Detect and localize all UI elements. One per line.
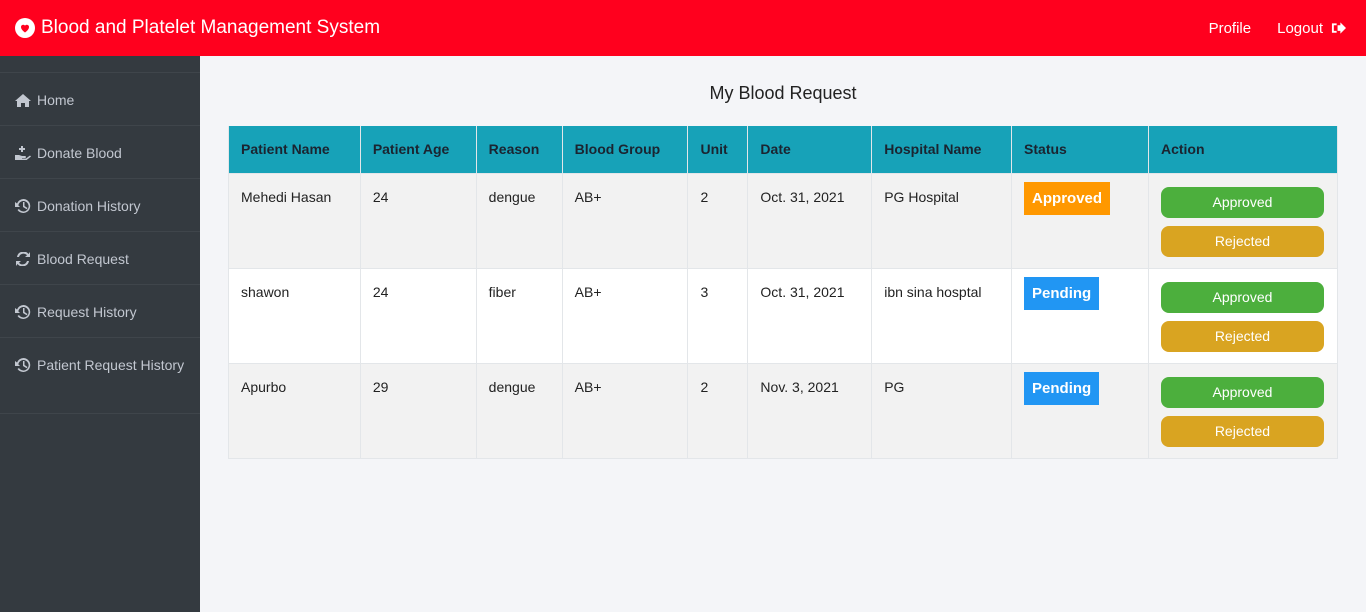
column-header: Status (1011, 126, 1149, 174)
status-badge: Approved (1024, 181, 1111, 215)
unit-cell: 2 (687, 172, 749, 269)
action-cell: Approved Rejected (1147, 362, 1339, 459)
sidebar: Home Donate Blood Donation History Blood… (0, 56, 200, 612)
column-header: Blood Group (561, 126, 689, 174)
approve-button[interactable]: Approved (1160, 281, 1324, 313)
patient-name-cell: Mehedi Hasan (228, 172, 361, 269)
hospital-name-cell: PG (871, 362, 1013, 459)
action-cell: Approved Rejected (1147, 267, 1339, 364)
column-header: Patient Name (228, 126, 361, 174)
profile-link[interactable]: Profile (1209, 20, 1252, 37)
sidebar-item-label: Home (37, 92, 75, 108)
hospital-name-cell: PG Hospital (871, 172, 1013, 269)
page-title: My Blood Request (709, 83, 857, 103)
sidebar-item-label: Donate Blood (37, 145, 122, 161)
sidebar-item-donate-blood[interactable]: Donate Blood (0, 126, 200, 179)
sidebar-item-label: Donation History (37, 198, 141, 214)
patient-name-cell: Apurbo (228, 362, 361, 459)
date-cell: Oct. 31, 2021 (747, 267, 873, 364)
approve-button[interactable]: Approved (1160, 376, 1324, 408)
refresh-icon (16, 251, 30, 267)
table-row: shawon 24 fiber AB+ 3 Oct. 31, 2021 ibn … (228, 267, 1339, 364)
blood-group-cell: AB+ (561, 172, 689, 269)
date-cell: Nov. 3, 2021 (747, 362, 873, 459)
status-cell: Pending (1011, 267, 1149, 364)
patient-name-cell: shawon (228, 267, 361, 364)
history-icon (15, 358, 31, 372)
column-header: Date (747, 126, 873, 174)
action-cell: Approved Rejected (1147, 172, 1339, 269)
status-badge: Pending (1024, 371, 1100, 405)
patient-age-cell: 24 (359, 267, 477, 364)
brand[interactable]: Blood and Platelet Management System (15, 17, 380, 39)
unit-cell: 3 (687, 267, 749, 364)
approve-button[interactable]: Approved (1160, 186, 1324, 218)
column-header: Unit (687, 126, 749, 174)
hand-donate-icon (15, 146, 31, 161)
patient-age-cell: 29 (359, 362, 477, 459)
status-badge: Pending (1024, 276, 1100, 310)
history-icon (15, 305, 31, 319)
blood-group-cell: AB+ (561, 267, 689, 364)
column-header: Reason (475, 126, 563, 174)
sign-out-icon (1331, 22, 1346, 34)
reject-button[interactable]: Rejected (1160, 225, 1324, 257)
reject-button[interactable]: Rejected (1160, 320, 1324, 352)
sidebar-item-donation-history[interactable]: Donation History (0, 179, 200, 232)
logout-link[interactable]: Logout (1277, 20, 1346, 37)
sidebar-item-home[interactable]: Home (0, 73, 200, 126)
hospital-name-cell: ibn sina hosptal (871, 267, 1013, 364)
reason-cell: dengue (475, 172, 563, 269)
home-icon (15, 94, 31, 107)
reason-cell: dengue (475, 362, 563, 459)
app-title: Blood and Platelet Management System (41, 17, 381, 38)
date-cell: Oct. 31, 2021 (747, 172, 873, 269)
blood-request-table: Patient Name Patient Age Reason Blood Gr… (228, 126, 1339, 459)
blood-group-cell: AB+ (561, 362, 689, 459)
status-cell: Approved (1011, 172, 1149, 269)
patient-age-cell: 24 (359, 172, 477, 269)
table-row: Mehedi Hasan 24 dengue AB+ 2 Oct. 31, 20… (228, 172, 1339, 269)
reason-cell: fiber (475, 267, 563, 364)
status-cell: Pending (1011, 362, 1149, 459)
column-header: Hospital Name (871, 126, 1013, 174)
unit-cell: 2 (687, 362, 749, 459)
heart-icon (15, 18, 35, 38)
top-navbar: Blood and Platelet Management System Pro… (0, 0, 1366, 56)
sidebar-item-patient-request-history[interactable]: Patient Request History (0, 338, 200, 414)
sidebar-item-request-history[interactable]: Request History (0, 285, 200, 338)
sidebar-item-label: Blood Request (37, 251, 129, 267)
history-icon (15, 199, 31, 213)
column-header: Action (1147, 126, 1339, 174)
column-header: Patient Age (359, 126, 477, 174)
sidebar-item-label: Patient Request History (37, 357, 185, 373)
sidebar-item-blood-request[interactable]: Blood Request (0, 232, 200, 285)
sidebar-item-label: Request History (37, 304, 137, 320)
reject-button[interactable]: Rejected (1160, 415, 1324, 447)
main-content: My Blood Request Patient Name Patient Ag… (200, 56, 1366, 612)
table-header-row: Patient Name Patient Age Reason Blood Gr… (228, 126, 1339, 174)
table-row: Apurbo 29 dengue AB+ 2 Nov. 3, 2021 PG P… (228, 362, 1339, 459)
logout-label: Logout (1277, 19, 1323, 37)
